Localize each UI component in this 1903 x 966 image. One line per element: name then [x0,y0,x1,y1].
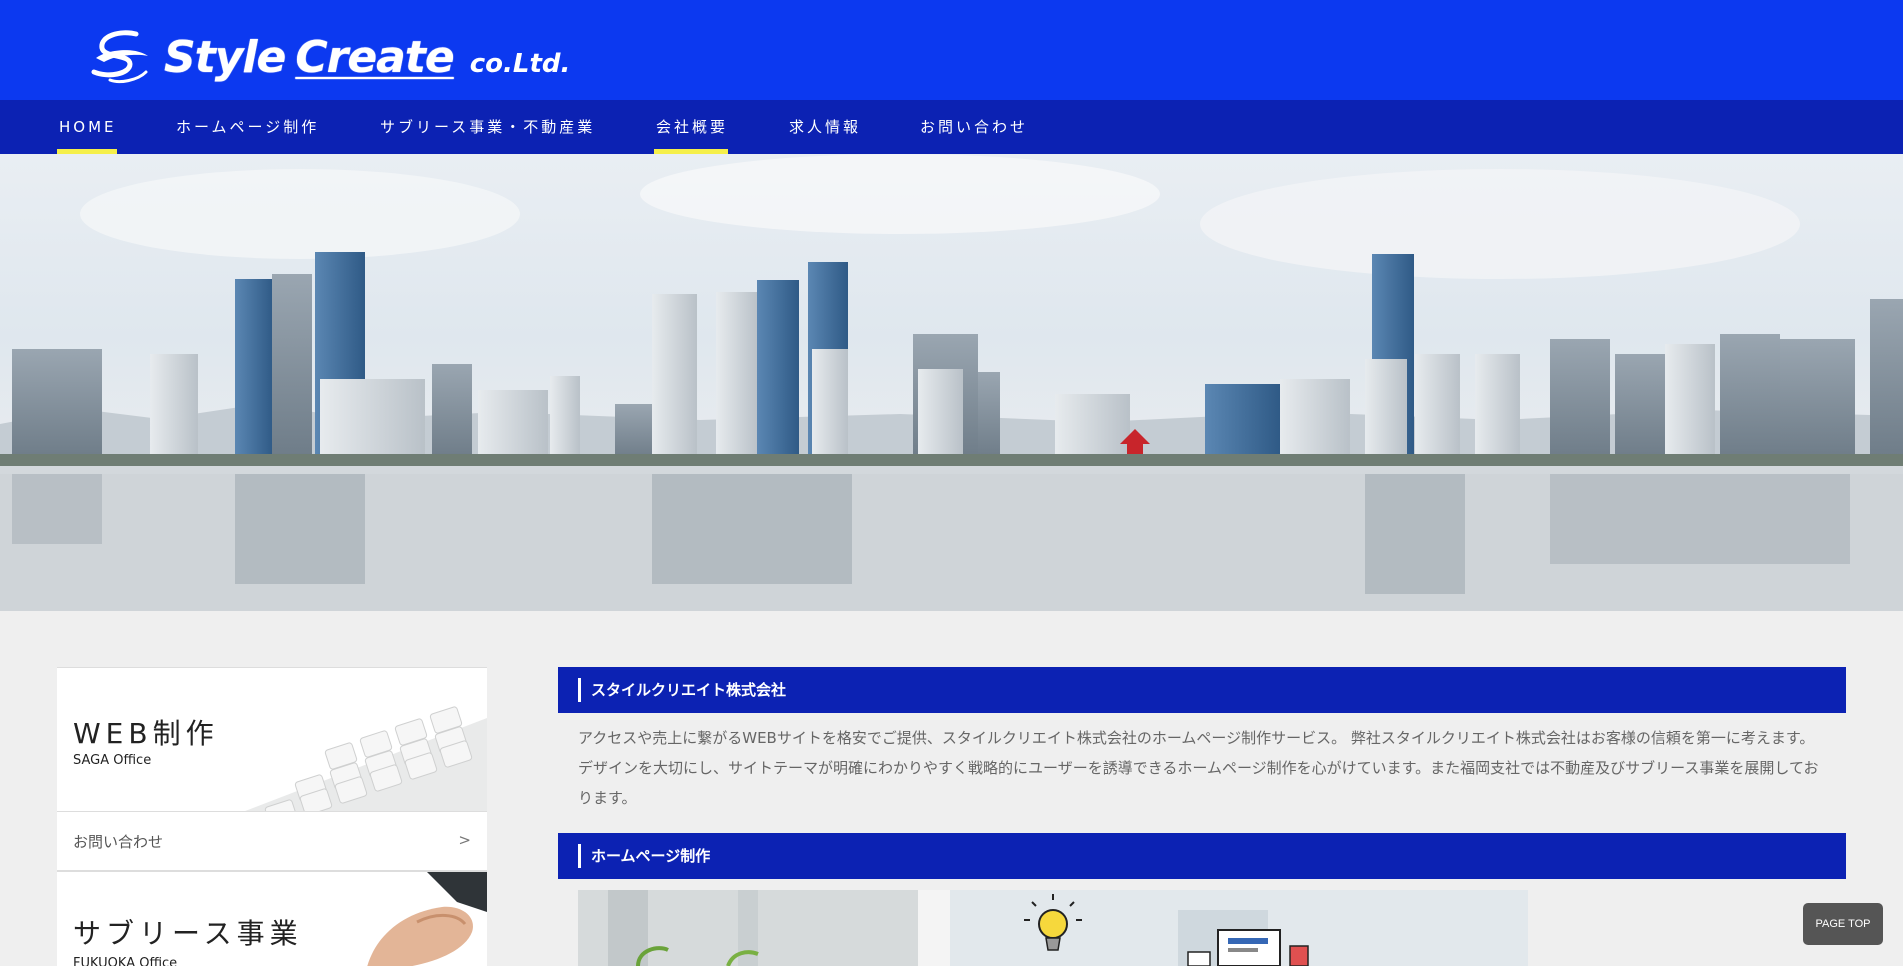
nav-sublease-real-estate[interactable]: サブリース事業・不動産業 [380,100,595,154]
nav-company-overview[interactable]: 会社概要 [653,100,729,154]
office-illustration [578,890,1528,966]
hero-skyline-image [0,154,1903,611]
site-header: Style Create co.Ltd. [0,0,1903,100]
main-nav: HOME ホームページ制作 サブリース事業・不動産業 会社概要 求人情報 お問い… [0,100,1903,154]
sidebar-contact-label: お問い合わせ [73,833,164,851]
logo-create-text: Create [295,31,454,83]
handshake-image [367,872,487,966]
company-heading: スタイルクリエイト株式会社 [558,667,1846,713]
keyboard-image [245,706,487,811]
web-card-title: WEB制作 [73,717,219,750]
web-card-subtitle: SAGA Office [73,753,152,768]
sublease-card[interactable]: サブリース事業 FUKUOKA Office [57,871,487,966]
sublease-card-subtitle: FUKUOKA Office [73,956,178,966]
nav-contact[interactable]: お問い合わせ [920,100,1028,154]
nav-homepage-production[interactable]: ホームページ制作 [176,100,319,154]
page-top-button[interactable]: PAGE TOP [1803,903,1883,945]
logo-wordmark: Style Create [164,31,455,83]
swoosh-s-logo-icon [91,30,148,84]
sublease-card-title: サブリース事業 [73,917,303,950]
web-production-card[interactable]: WEB制作 SAGA Office [57,667,487,811]
sidebar-contact-link[interactable]: お問い合わせ > [57,811,487,871]
homepage-production-heading: ホームページ制作 [558,833,1846,879]
nav-home[interactable]: HOME [57,100,117,154]
company-intro-text: アクセスや売上に繋がるWEBサイトを格安でご提供、スタイルクリエイト株式会社のホ… [578,729,1819,807]
city-skyline-illustration [0,154,1903,611]
chevron-right-icon: > [458,831,471,849]
logo-style-text: Style [164,31,286,83]
homepage-production-image [578,890,1528,966]
logo-co-text: co.Ltd. [469,49,571,79]
site-logo[interactable]: Style Create co.Ltd. [90,26,570,88]
nav-recruitment[interactable]: 求人情報 [789,100,861,154]
